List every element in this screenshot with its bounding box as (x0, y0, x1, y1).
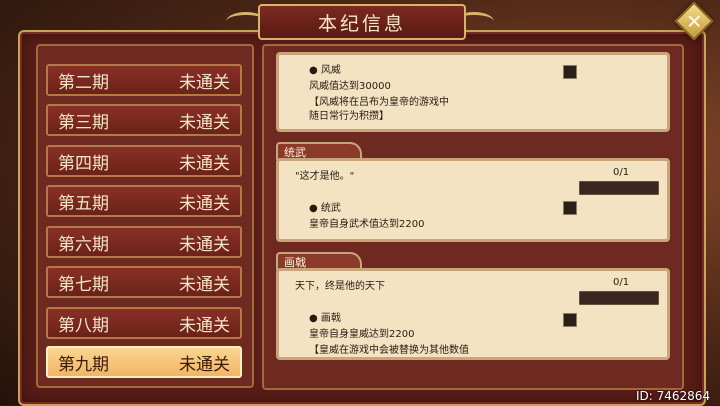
period-status: 未通关 (179, 354, 230, 375)
period-item[interactable]: 第六期 未通关 (46, 226, 242, 258)
period-item[interactable]: 第二期 未通关 (46, 64, 242, 96)
achievement-item-title: ● 画戟 (309, 313, 341, 324)
close-button[interactable]: ✕ (674, 1, 714, 41)
page-title: 本纪信息 (258, 4, 466, 40)
period-name: 第八期 (58, 315, 109, 336)
achievement-list[interactable]: ● 风威 风威值达到30000 【风威将在吕布为皇帝的游戏中 随日常行为积攒】 … (262, 44, 684, 390)
achievement-card: 天下，终是他的天下 0/1 ● 画戟 皇帝自身皇威达到2200 【皇威在游戏中会… (276, 268, 670, 360)
period-name: 第二期 (58, 72, 109, 93)
achievement-item-note: 【皇威在游戏中会被替换为其他数值 (309, 345, 469, 356)
close-icon: ✕ (685, 8, 703, 33)
period-name: 第六期 (58, 234, 109, 255)
period-item[interactable]: 第八期 未通关 (46, 307, 242, 339)
achievement-card: "这才是他。" 0/1 ● 统武 皇帝自身武术值达到2200 (276, 158, 670, 242)
achievement-item-desc: 皇帝自身武术值达到2200 (309, 219, 425, 230)
period-status: 未通关 (179, 234, 230, 255)
achievement-item-title: ● 风威 (309, 65, 341, 76)
achievement-progress: 0/1 (613, 167, 630, 178)
achievement-item-title: ● 统武 (309, 203, 341, 214)
progress-bar (579, 291, 659, 305)
achievement-item-note: 随日常行为积攒】 (309, 111, 389, 122)
period-status: 未通关 (179, 193, 230, 214)
period-name: 第九期 (58, 354, 109, 375)
user-id-label: ID: 7462864 (636, 389, 711, 403)
period-name: 第七期 (58, 274, 109, 295)
achievement-checkbox[interactable] (563, 201, 577, 215)
achievement-quote: 天下，终是他的天下 (295, 281, 385, 292)
achievement-progress: 0/1 (613, 277, 630, 288)
period-status: 未通关 (179, 72, 230, 93)
period-name: 第五期 (58, 193, 109, 214)
achievement-item-desc: 皇帝自身皇威达到2200 (309, 329, 415, 340)
period-item[interactable]: 第三期 未通关 (46, 104, 242, 136)
achievement-item-note: 【风威将在吕布为皇帝的游戏中 (309, 97, 449, 108)
achievement-card: ● 风威 风威值达到30000 【风威将在吕布为皇帝的游戏中 随日常行为积攒】 (276, 52, 670, 132)
period-status: 未通关 (179, 315, 230, 336)
achievement-checkbox[interactable] (563, 313, 577, 327)
progress-bar (579, 181, 659, 195)
close-diamond-icon: ✕ (674, 1, 714, 41)
period-item[interactable]: 第四期 未通关 (46, 145, 242, 177)
period-status: 未通关 (179, 112, 230, 133)
achievement-item-desc: 风威值达到30000 (309, 81, 391, 92)
period-list[interactable]: 第二期 未通关 第三期 未通关 第四期 未通关 第五期 未通关 第六期 未通关 … (36, 44, 254, 388)
period-status: 未通关 (179, 274, 230, 295)
period-item[interactable]: 第五期 未通关 (46, 185, 242, 217)
period-name: 第三期 (58, 112, 109, 133)
period-item[interactable]: 第七期 未通关 (46, 266, 242, 298)
period-status: 未通关 (179, 153, 230, 174)
achievement-quote: "这才是他。" (295, 171, 355, 182)
period-item-selected[interactable]: 第九期 未通关 (46, 346, 242, 378)
period-name: 第四期 (58, 153, 109, 174)
achievement-checkbox[interactable] (563, 65, 577, 79)
